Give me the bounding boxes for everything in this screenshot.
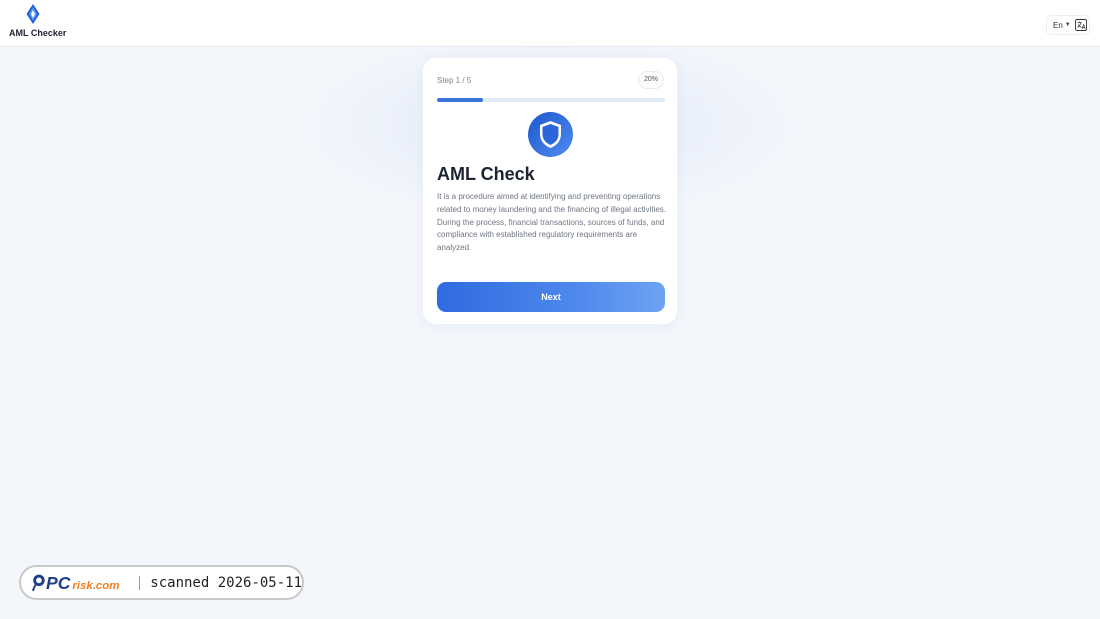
- shield-icon: [528, 112, 573, 157]
- svg-text:risk.com: risk.com: [72, 580, 119, 592]
- language-label: En: [1053, 20, 1063, 30]
- step-indicator: Step 1 / 5: [437, 76, 472, 85]
- blue-diamond-icon: [26, 4, 40, 24]
- pcrisk-logo: PC risk.com: [31, 573, 119, 593]
- progress-percent-badge: 20%: [638, 71, 664, 89]
- svg-text:PC: PC: [46, 573, 71, 593]
- description-text: It is a procedure aimed at identifying a…: [437, 192, 667, 253]
- page-title: AML Check: [437, 164, 535, 184]
- next-button[interactable]: Next: [437, 282, 665, 312]
- progress-bar-fill: [437, 98, 483, 102]
- translate-icon: [1074, 19, 1087, 31]
- scan-watermark: PC risk.com scanned 2026-05-11: [19, 565, 304, 600]
- brand-name: AML Checker: [9, 28, 67, 38]
- language-selector[interactable]: En ▼: [1046, 15, 1090, 35]
- watermark-divider: [139, 575, 141, 590]
- aml-check-card: Step 1 / 5 20% AML Check It is a procedu…: [422, 57, 678, 325]
- logo[interactable]: [9, 4, 69, 24]
- top-bar: AML Checker En ▼: [0, 0, 1100, 47]
- progress-bar: [437, 98, 665, 102]
- scan-date-label: scanned 2026-05-11: [150, 574, 302, 591]
- chevron-down-icon: ▼: [1064, 22, 1071, 28]
